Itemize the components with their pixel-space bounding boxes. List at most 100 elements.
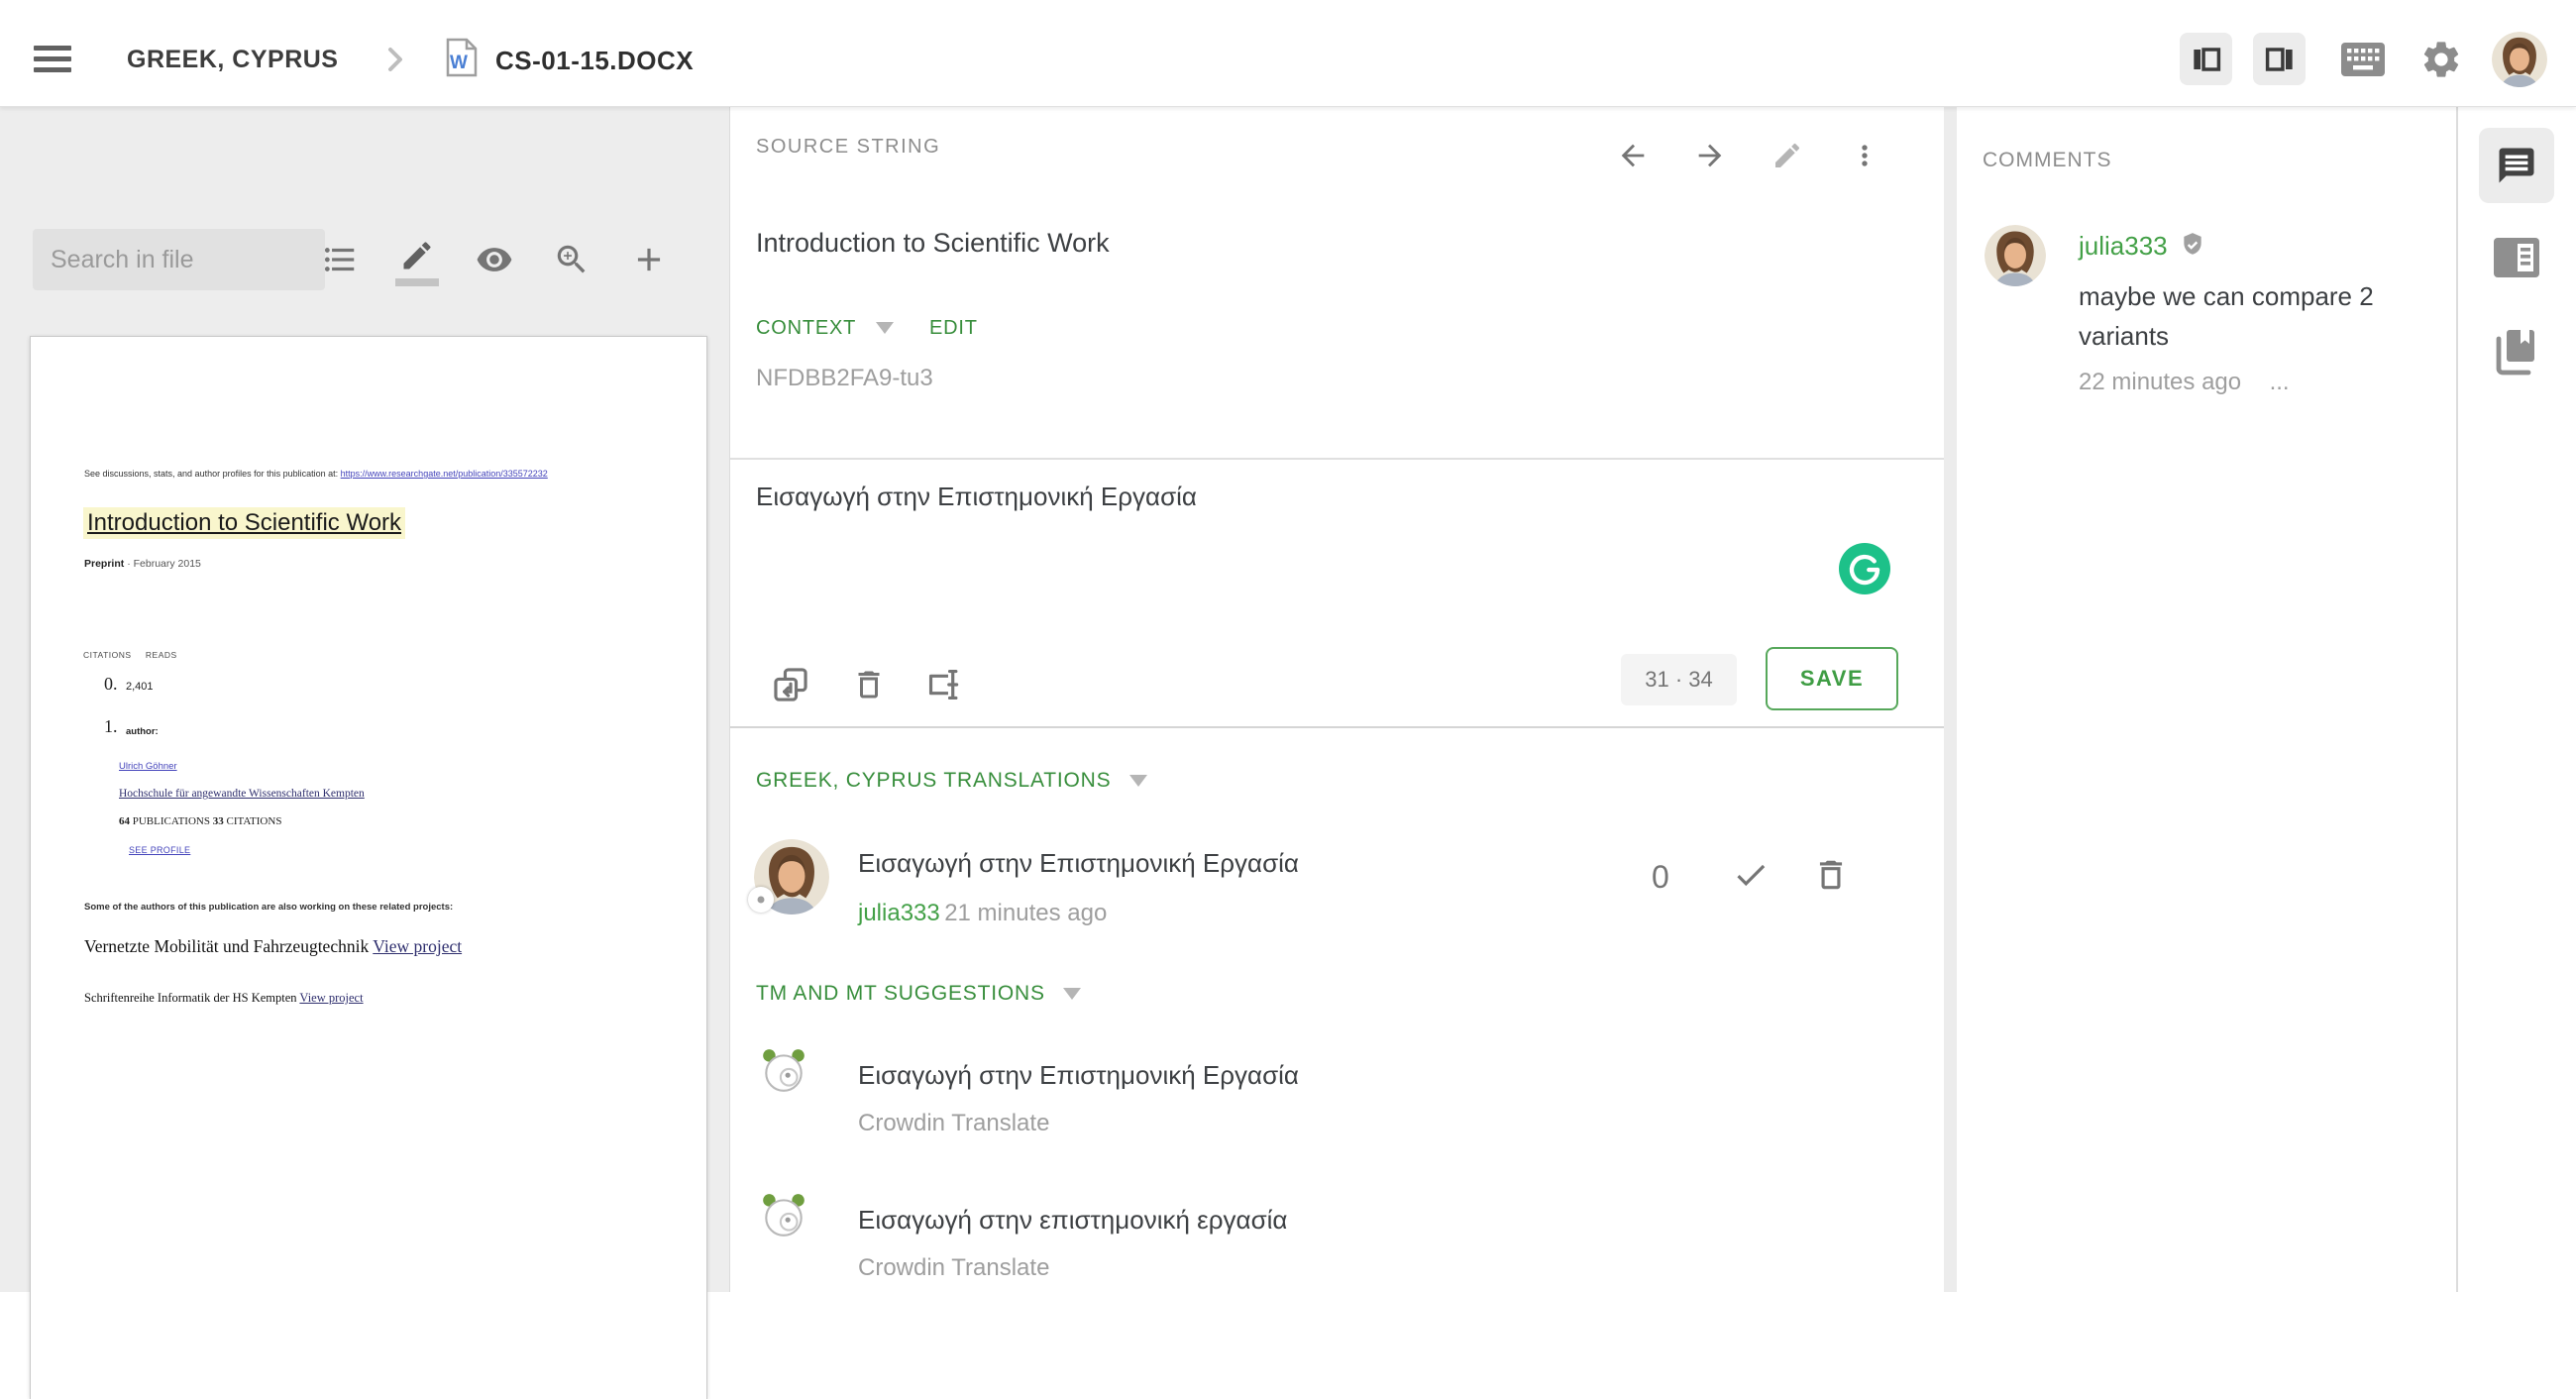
zoom-in-icon[interactable] <box>553 241 590 278</box>
suggestion-text[interactable]: Εισαγωγή στην επιστημονική εργασία <box>858 1205 1287 1236</box>
translation-text[interactable]: Εισαγωγή στην Επιστημονική Εργασία <box>858 848 1299 879</box>
doc-preprint-line: Preprint · February 2015 <box>84 558 201 570</box>
text-selection-icon[interactable] <box>921 664 967 705</box>
glossary-tab[interactable] <box>2492 326 2541 377</box>
doc-cit-label: CITATIONS <box>226 815 282 827</box>
doc-project1-title: Vernetzte Mobilität und Fahrzeugtechnik <box>84 936 370 956</box>
doc-preface-line: See discussions, stats, and author profi… <box>84 469 548 479</box>
comments-tab-active[interactable] <box>2479 128 2554 203</box>
doc-author-number: 1. <box>104 716 118 736</box>
keyboard-shortcuts-icon[interactable] <box>2341 40 2385 79</box>
doc-project1-line: Vernetzte Mobilität und Fahrzeugtechnik … <box>84 936 462 957</box>
save-button[interactable]: SAVE <box>1766 647 1898 710</box>
toggle-left-panel-button[interactable] <box>2180 33 2232 85</box>
strings-list-icon[interactable] <box>321 241 359 278</box>
doc-preface-text: See discussions, stats, and author profi… <box>84 469 339 479</box>
doc-reads-label: READS <box>145 650 177 660</box>
doc-author-affiliation-link[interactable]: Hochschule für angewandte Wissenschaften… <box>119 788 365 800</box>
file-name: CS-01-15.DOCX <box>495 46 695 75</box>
suggestion-source: Crowdin Translate <box>858 1110 1050 1136</box>
context-label: CONTEXT <box>756 317 856 339</box>
source-string-text: Introduction to Scientific Work <box>756 228 1110 258</box>
file-context-tab[interactable] <box>2492 235 2541 280</box>
comment-text: maybe we can compare 2 variants <box>2079 281 2374 351</box>
crowdin-translate-panda-icon <box>759 1191 808 1240</box>
doc-project2-link[interactable]: View project <box>299 991 363 1005</box>
word-file-icon: W <box>446 38 478 77</box>
doc-author-stats: 64 PUBLICATIONS 33 CITATIONS <box>119 815 281 827</box>
books-bookmark-icon <box>2496 330 2534 376</box>
preview-eye-icon[interactable] <box>476 241 513 278</box>
editor-top-divider <box>730 458 1945 460</box>
toggle-right-panel-button[interactable] <box>2253 33 2306 85</box>
doc-project2-title: Schriftenreihe Informatik der HS Kempten <box>84 991 297 1005</box>
comments-panel: COMMENTS julia333 maybe we can compare 2… <box>1957 106 2456 1292</box>
doc-project1-link[interactable]: View project <box>373 936 462 956</box>
doc-pubs-label: PUBLICATIONS <box>132 815 210 827</box>
comment-author-avatar <box>1985 225 2046 286</box>
translation-meta: julia333 21 minutes ago <box>858 900 1107 927</box>
edit-source-pencil-icon[interactable] <box>1770 138 1805 173</box>
article-icon <box>2494 238 2539 277</box>
translation-author-badge-icon <box>748 887 774 913</box>
editor-bottom-divider <box>730 726 1945 728</box>
grammarly-icon[interactable] <box>1839 543 1890 594</box>
translation-votes: 0 <box>1652 859 1669 895</box>
highlight-color-bar <box>395 278 439 286</box>
suggestion-text[interactable]: Εισαγωγή στην Επιστημονική Εργασία <box>858 1060 1299 1091</box>
settings-gear-icon[interactable] <box>2418 38 2464 81</box>
comment-author[interactable]: julia333 <box>2079 231 2168 261</box>
comment-meta: 22 minutes ago ... <box>2079 369 2290 396</box>
comments-header: COMMENTS <box>1983 149 2112 171</box>
translations-dropdown-triangle-icon <box>1128 775 1147 787</box>
user-avatar[interactable] <box>2492 32 2547 87</box>
doc-preprint-date: · February 2015 <box>127 558 201 570</box>
comment-author-line: julia333 <box>2079 231 2205 262</box>
doc-cit-count: 33 <box>212 815 224 827</box>
context-dropdown-triangle-icon <box>876 322 895 334</box>
highlight-pencil-icon[interactable] <box>398 237 436 274</box>
comment-more-options[interactable]: ... <box>2270 369 2290 395</box>
suggestions-section-toggle[interactable]: TM AND MT SUGGESTIONS <box>756 982 1082 1006</box>
doc-see-profile-link[interactable]: SEE PROFILE <box>129 845 190 855</box>
more-options-icon[interactable] <box>1847 138 1882 173</box>
context-value: NFDBB2FA9-tu3 <box>756 365 933 391</box>
doc-stats-header: CITATIONS READS <box>83 650 177 660</box>
doc-citations-number: 0. <box>104 674 118 694</box>
context-edit-button[interactable]: EDIT <box>929 317 978 340</box>
hamburger-menu-icon[interactable] <box>33 44 72 75</box>
search-input[interactable] <box>33 229 325 290</box>
doc-author-name-link[interactable]: Ulrich Göhner <box>119 761 177 772</box>
context-toggle[interactable]: CONTEXT <box>756 317 895 340</box>
breadcrumb-project[interactable]: GREEK, CYPRUS <box>127 46 338 74</box>
delete-translation-trash-icon[interactable] <box>1810 853 1852 897</box>
char-counter: 31 · 34 <box>1621 654 1737 705</box>
next-string-icon[interactable] <box>1692 138 1728 173</box>
translations-section-toggle[interactable]: GREEK, CYPRUS TRANSLATIONS <box>756 769 1147 793</box>
document-page-preview[interactable]: See discussions, stats, and author profi… <box>30 336 707 1399</box>
doc-preface-link[interactable]: https://www.researchgate.net/publication… <box>341 469 548 479</box>
comment-time: 22 minutes ago <box>2079 369 2242 395</box>
top-bar: GREEK, CYPRUS W CS-01-15.DOCX <box>0 0 2576 107</box>
translations-header: GREEK, CYPRUS TRANSLATIONS <box>756 769 1112 792</box>
doc-citations-label: CITATIONS <box>83 650 132 660</box>
editor-panel: SOURCE STRING Introduction to Scientific… <box>729 106 1945 1292</box>
copy-source-icon[interactable] <box>770 664 811 705</box>
breadcrumb-chevron-icon <box>382 46 408 73</box>
doc-title[interactable]: Introduction to Scientific Work <box>83 507 406 539</box>
previous-string-icon[interactable] <box>1615 138 1651 173</box>
translation-input[interactable]: Εισαγωγή στην Επιστημονική Εργασία <box>756 482 1747 512</box>
add-icon[interactable] <box>630 241 668 278</box>
translation-author[interactable]: julia333 <box>858 900 940 926</box>
suggestions-header: TM AND MT SUGGESTIONS <box>756 982 1045 1005</box>
doc-author-label: author: <box>126 726 159 737</box>
clear-translation-trash-icon[interactable] <box>848 664 890 705</box>
doc-preprint-label: Preprint <box>84 558 125 570</box>
doc-project2-line: Schriftenreihe Informatik der HS Kempten… <box>84 991 364 1006</box>
doc-pubs-count: 64 <box>119 815 130 827</box>
suggestion-source: Crowdin Translate <box>858 1254 1050 1281</box>
doc-related-note: Some of the authors of this publication … <box>84 902 454 913</box>
svg-text:W: W <box>450 53 468 73</box>
approve-translation-check-icon[interactable] <box>1731 855 1771 895</box>
suggestions-dropdown-triangle-icon <box>1063 988 1082 1000</box>
